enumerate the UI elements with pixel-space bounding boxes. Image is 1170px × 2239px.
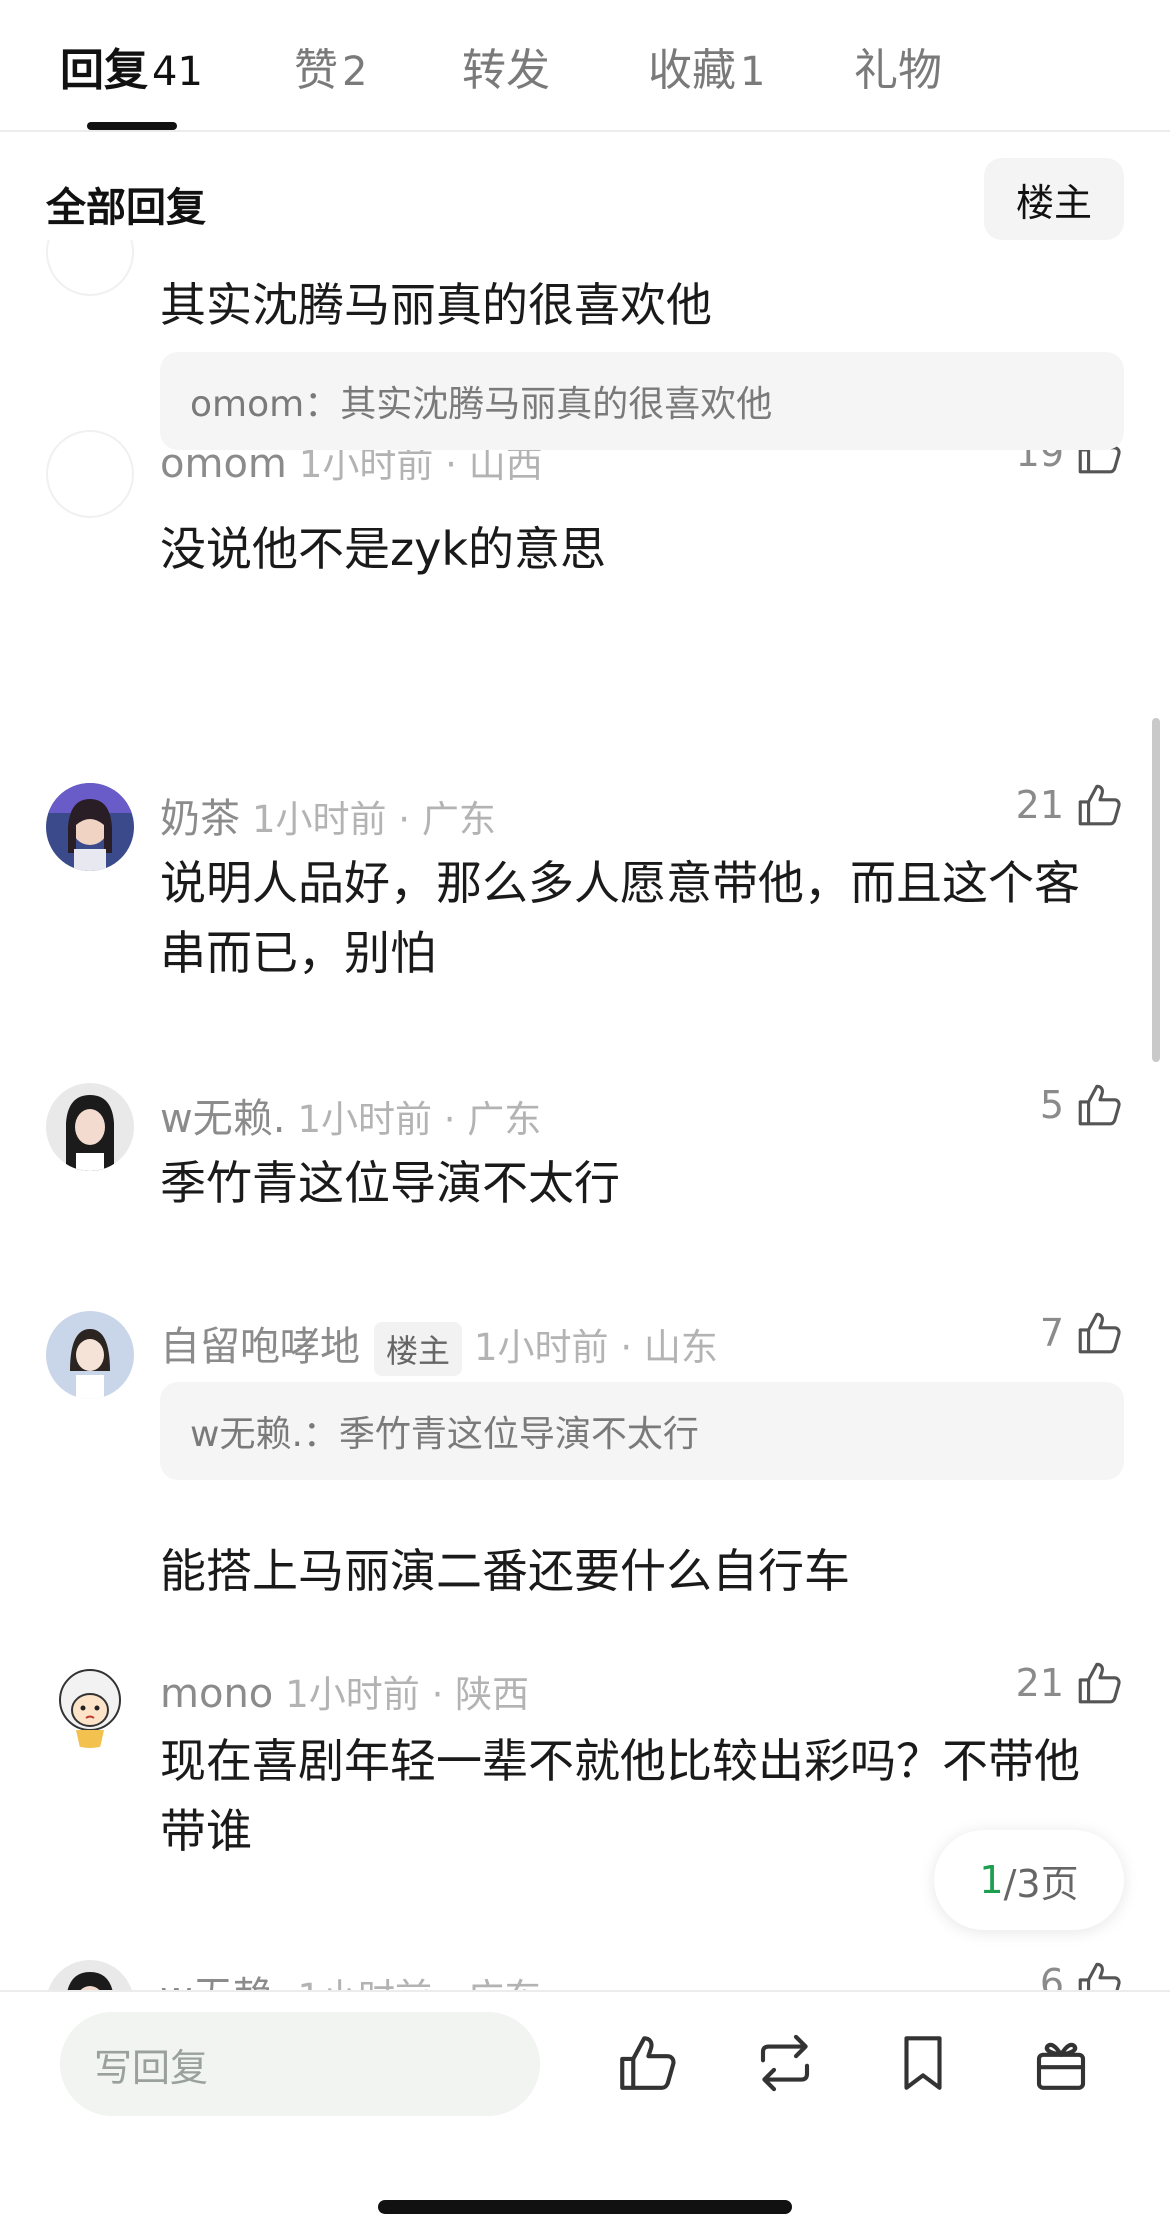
like-button[interactable]: 5 [1040, 1080, 1124, 1130]
like-count: 21 [1015, 1661, 1064, 1705]
like-count: 21 [1015, 783, 1064, 827]
timestamp-location: 1小时前 · 广东 [297, 1098, 542, 1141]
timestamp-location: 1小时前 · 广东 [297, 1976, 541, 1990]
tab-favorites[interactable]: 收藏 1 [648, 34, 765, 98]
timestamp-location: 1小时前 · 广东 [252, 798, 496, 841]
comment-text: 其实沈腾马丽真的很喜欢他 [160, 278, 712, 332]
comment-text: 季竹青这位导演不太行 [160, 1156, 620, 1210]
tab-gifts[interactable]: 礼物 [854, 34, 942, 98]
avatar[interactable] [46, 1311, 134, 1399]
reply-placeholder: 写回复 [94, 2045, 209, 2090]
owner-badge: 楼主 [374, 1322, 463, 1376]
reply-input[interactable]: 写回复 [60, 2012, 540, 2116]
thumbs-up-icon [1078, 1662, 1121, 1704]
bottom-action-bar: 写回复 [0, 1990, 1170, 2239]
like-count: 7 [1039, 1311, 1064, 1355]
like-button[interactable]: 21 [1016, 1658, 1124, 1708]
like-count: 6 [1039, 1961, 1064, 1990]
like-button[interactable]: 6 [1040, 1958, 1124, 1990]
username[interactable]: w无赖. [160, 1096, 285, 1142]
quoted-reply[interactable]: w无赖.：季竹青这位导演不太行 [160, 1382, 1124, 1480]
home-indicator[interactable] [378, 2200, 792, 2214]
like-button[interactable]: 21 [1016, 780, 1124, 830]
like-button[interactable]: 7 [1040, 1308, 1124, 1358]
section-title: 全部回复 [46, 185, 206, 231]
comment-text: 没说他不是zyk的意思 [160, 522, 607, 576]
repost-icon[interactable] [752, 2030, 818, 2096]
comment-meta: w无赖. 1小时前 · 广东 [160, 1964, 541, 1990]
thumbs-up-icon [1078, 1084, 1121, 1126]
tab-replies[interactable]: 回复 41 [60, 34, 203, 98]
thumbs-up-icon [1078, 1962, 1121, 1990]
username[interactable]: mono [160, 1671, 273, 1717]
username[interactable]: w无赖. [160, 1974, 285, 1990]
avatar[interactable] [46, 1083, 134, 1171]
username[interactable]: 奶茶 [160, 796, 240, 842]
comment-text: 说明人品好，那么多人愿意带他，而且这个客串而已，别怕 [160, 856, 1080, 980]
quoted-reply[interactable]: omom：其实沈腾马丽真的很喜欢他 [160, 352, 1124, 450]
thumbs-up-icon[interactable] [614, 2030, 680, 2096]
bookmark-icon[interactable] [890, 2030, 956, 2096]
avatar[interactable] [46, 1960, 134, 1990]
active-tab-indicator [87, 122, 177, 130]
like-count: 5 [1039, 1083, 1064, 1127]
avatar[interactable] [46, 430, 134, 518]
timestamp-location: 1小时前 · 山东 [474, 1326, 718, 1369]
avatar[interactable] [46, 1660, 134, 1748]
comment-meta: 自留咆哮地 楼主 1小时前 · 山东 [160, 1314, 718, 1376]
username[interactable]: 自留咆哮地 [160, 1324, 360, 1370]
comment-meta: w无赖. 1小时前 · 广东 [160, 1086, 541, 1144]
comment-meta: 奶茶 1小时前 · 广东 [160, 786, 496, 844]
timestamp-location: 1小时前 · 陕西 [285, 1673, 530, 1716]
avatar[interactable] [46, 240, 134, 296]
owner-filter-button[interactable]: 楼主 [984, 158, 1124, 240]
tab-reposts[interactable]: 转发 [462, 34, 550, 98]
tab-likes[interactable]: 赞2 [294, 34, 367, 98]
tab-bar: 回复 41 赞2 转发 收藏 1 礼物 [0, 0, 1170, 132]
scrollbar[interactable] [1152, 718, 1160, 1062]
comment-text: 能搭上马丽演二番还要什么自行车 [160, 1544, 850, 1598]
comment-list: 其实沈腾马丽真的很喜欢他 omom 1小时前 · 山西 19 omom：其实沈腾马… [0, 240, 1170, 1990]
current-page: 1 [979, 1858, 1004, 1902]
gift-icon[interactable] [1028, 2030, 1094, 2096]
total-pages: /3页 [1003, 1861, 1079, 1906]
comment-meta: mono 1小时前 · 陕西 [160, 1664, 529, 1718]
thumbs-up-icon [1078, 1312, 1121, 1354]
page-indicator[interactable]: 1/3页 [934, 1830, 1124, 1930]
avatar[interactable] [46, 783, 134, 871]
thumbs-up-icon [1078, 784, 1121, 826]
